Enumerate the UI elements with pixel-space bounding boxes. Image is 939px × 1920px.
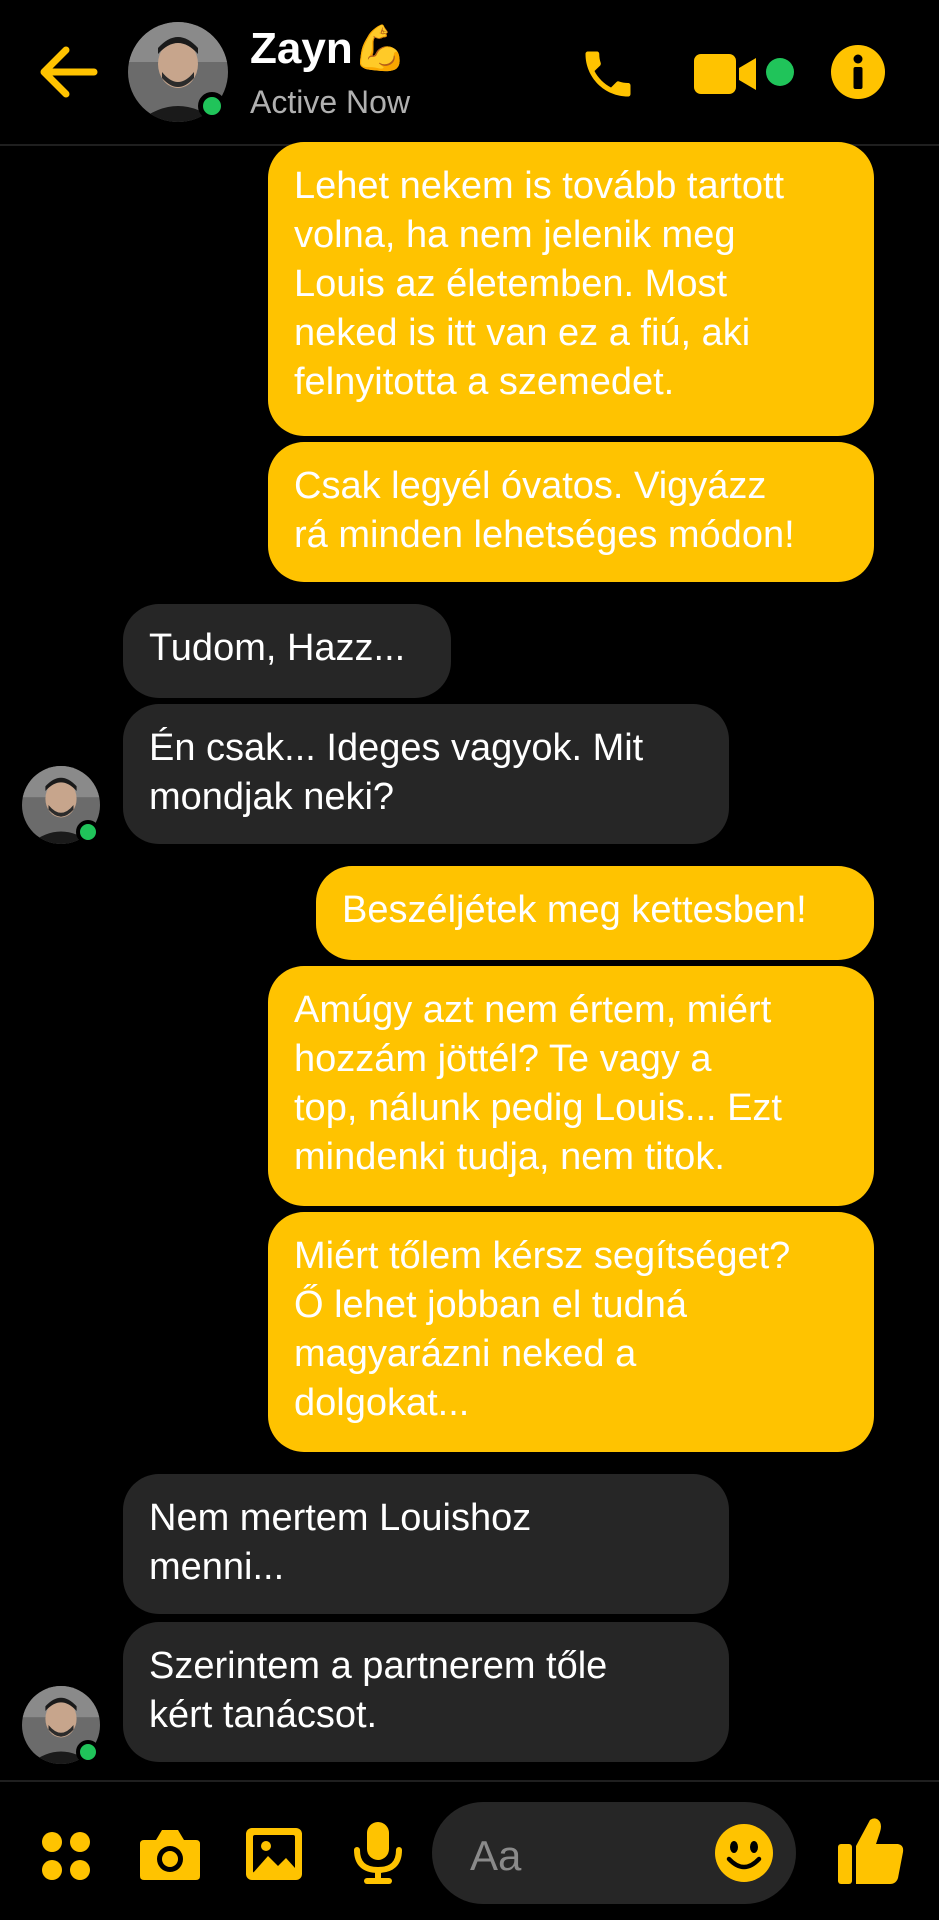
contact-name[interactable]: Zayn💪	[250, 22, 408, 74]
received-message[interactable]: Én csak... Ideges vagyok. Mit mondjak ne…	[123, 704, 729, 844]
phone-icon[interactable]	[578, 44, 638, 104]
online-indicator	[76, 1740, 100, 1764]
back-arrow-icon[interactable]	[38, 44, 98, 100]
sent-message[interactable]: Miért tőlem kérsz segítséget? Ő lehet jo…	[268, 1212, 874, 1452]
microphone-icon[interactable]	[350, 1820, 406, 1891]
sent-message[interactable]: Amúgy azt nem értem, miért hozzám jöttél…	[268, 966, 874, 1206]
chat-header: Zayn💪 Active Now	[0, 0, 939, 146]
online-indicator	[198, 92, 226, 120]
received-message[interactable]: Tudom, Hazz...	[123, 604, 451, 698]
video-camera-icon[interactable]	[694, 52, 758, 96]
camera-icon[interactable]	[138, 1826, 202, 1887]
gallery-icon[interactable]	[244, 1826, 304, 1887]
apps-grid-icon[interactable]	[40, 1830, 92, 1887]
thumbs-up-icon[interactable]	[836, 1814, 906, 1891]
active-status: Active Now	[250, 84, 411, 120]
sent-message[interactable]: Lehet nekem is tovább tartott volna, ha …	[268, 142, 874, 436]
flexed-bicep-emoji: 💪	[352, 24, 408, 73]
emoji-icon[interactable]	[714, 1823, 774, 1888]
received-message[interactable]: Nem mertem Louishoz menni...	[123, 1474, 729, 1614]
sent-message[interactable]: Beszéljétek meg kettesben!	[316, 866, 874, 960]
message-input-placeholder: Aa	[470, 1832, 522, 1879]
online-indicator	[76, 820, 100, 844]
sent-message[interactable]: Csak legyél óvatos. Vigyázz rá minden le…	[268, 442, 874, 582]
contact-name-text: Zayn	[250, 24, 353, 73]
info-icon[interactable]	[830, 44, 886, 100]
received-message[interactable]: Szerintem a partnerem tőle kért tanácsot…	[123, 1622, 729, 1762]
video-online-indicator	[766, 58, 794, 86]
